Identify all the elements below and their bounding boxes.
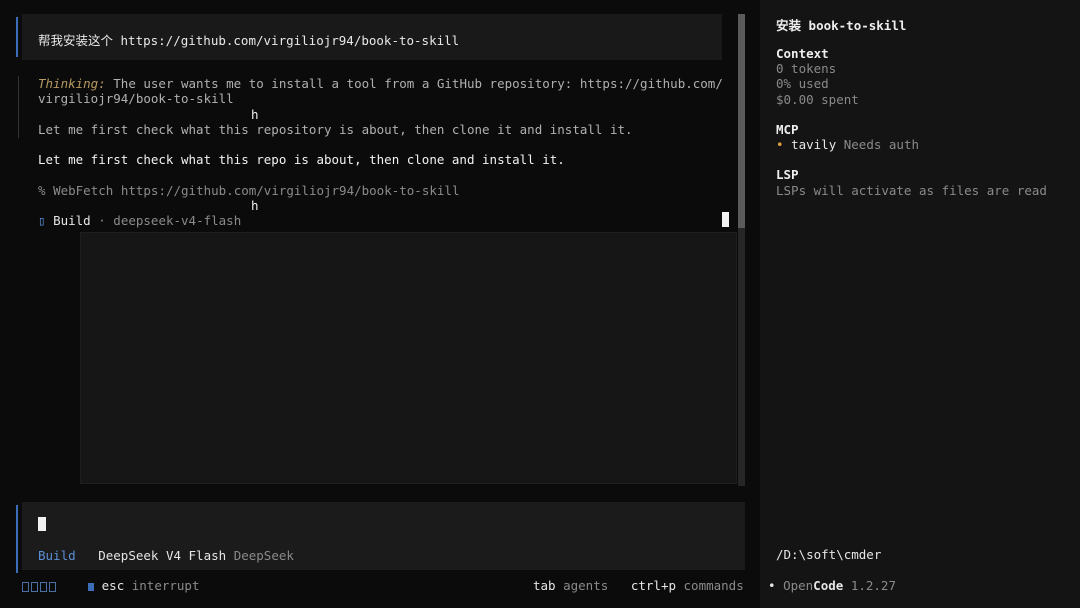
cursor-block-mid xyxy=(722,212,729,227)
status-square-icon xyxy=(88,582,95,591)
app-name-open: Open xyxy=(783,578,814,593)
interrupt-label: interrupt xyxy=(131,578,200,593)
agents-label: agents xyxy=(563,578,609,593)
input-model-name[interactable]: DeepSeek V4 Flash xyxy=(98,548,226,563)
thinking-label: Thinking: xyxy=(38,76,106,91)
context-heading: Context xyxy=(776,46,829,61)
input-mode-line: Build DeepSeek V4 Flash DeepSeek xyxy=(38,548,294,563)
build-label: Build xyxy=(53,213,91,228)
app-status-dot-icon: • xyxy=(768,578,776,593)
build-separator: · xyxy=(98,213,106,228)
background-panel xyxy=(80,232,737,484)
input-cursor xyxy=(38,517,46,531)
input-provider: DeepSeek xyxy=(233,548,294,563)
tool-prefix: % xyxy=(38,183,46,198)
tool-url: https://github.com/virgiliojr94/book-to-… xyxy=(120,183,460,198)
session-title-name: book-to-skill xyxy=(808,18,907,33)
session-title-prefix: 安装 xyxy=(776,18,802,33)
gutter-bar-thinking xyxy=(18,76,19,138)
tool-call[interactable]: % WebFetch https://github.com/virgiliojr… xyxy=(38,183,459,198)
escape-key[interactable]: esc xyxy=(102,578,125,593)
footer-shortcuts: tab agents ctrl+p commands xyxy=(533,578,744,593)
assistant-message: Let me first check what this repo is abo… xyxy=(38,152,565,167)
commands-key[interactable]: ctrl+p xyxy=(631,578,676,593)
input-mode-label[interactable]: Build xyxy=(38,548,76,563)
lsp-heading: LSP xyxy=(776,167,799,182)
thinking-text-1: The user wants me to install a tool from… xyxy=(113,76,723,91)
mcp-server-status: Needs auth xyxy=(843,137,920,152)
app-version-line: • OpenCode 1.2.27 xyxy=(768,578,896,593)
thinking-text-2: virgiliojr94/book-to-skill xyxy=(38,91,234,106)
thinking-line-1: Thinking: The user wants me to install a… xyxy=(38,76,723,91)
mcp-server-name: tavily xyxy=(791,137,837,152)
build-model: deepseek-v4-flash xyxy=(113,213,242,228)
mcp-status-dot-icon: • xyxy=(776,137,784,152)
commands-label: commands xyxy=(683,578,744,593)
tool-name: WebFetch xyxy=(53,183,114,198)
grid-icon xyxy=(22,578,58,593)
build-status: ▯ Build · deepseek-v4-flash xyxy=(38,213,241,228)
session-title: 安装 book-to-skill xyxy=(776,15,906,34)
gutter-bar-input xyxy=(16,505,18,573)
app-name-code: Code xyxy=(813,578,844,593)
footer-left: esc interrupt xyxy=(22,578,199,593)
build-icon: ▯ xyxy=(38,213,46,228)
lsp-status: LSPs will activate as files are read xyxy=(776,183,1047,198)
thinking-text-3: Let me first check what this repository … xyxy=(38,122,633,137)
stray-character-2: h xyxy=(251,198,259,213)
mcp-server-item[interactable]: • tavily Needs auth xyxy=(776,137,919,152)
tab-key[interactable]: tab xyxy=(533,578,556,593)
mcp-heading: MCP xyxy=(776,122,799,137)
context-spent: $0.00 spent xyxy=(776,92,859,107)
stray-character: h xyxy=(251,107,259,122)
gutter-bar-top xyxy=(16,17,18,57)
context-tokens: 0 tokens xyxy=(776,61,837,76)
user-message: 帮我安装这个 https://github.com/virgiliojr94/b… xyxy=(38,33,460,48)
working-directory: /D:\soft\cmder xyxy=(776,547,882,562)
app-version: 1.2.27 xyxy=(850,578,896,593)
user-message-box: 帮我安装这个 https://github.com/virgiliojr94/b… xyxy=(22,14,722,60)
sidebar: 安装 book-to-skill Context 0 tokens 0% use… xyxy=(760,0,1080,608)
prompt-input[interactable]: Build DeepSeek V4 Flash DeepSeek xyxy=(22,502,745,570)
scrollbar-thumb[interactable] xyxy=(738,14,745,228)
context-used: 0% used xyxy=(776,76,829,91)
